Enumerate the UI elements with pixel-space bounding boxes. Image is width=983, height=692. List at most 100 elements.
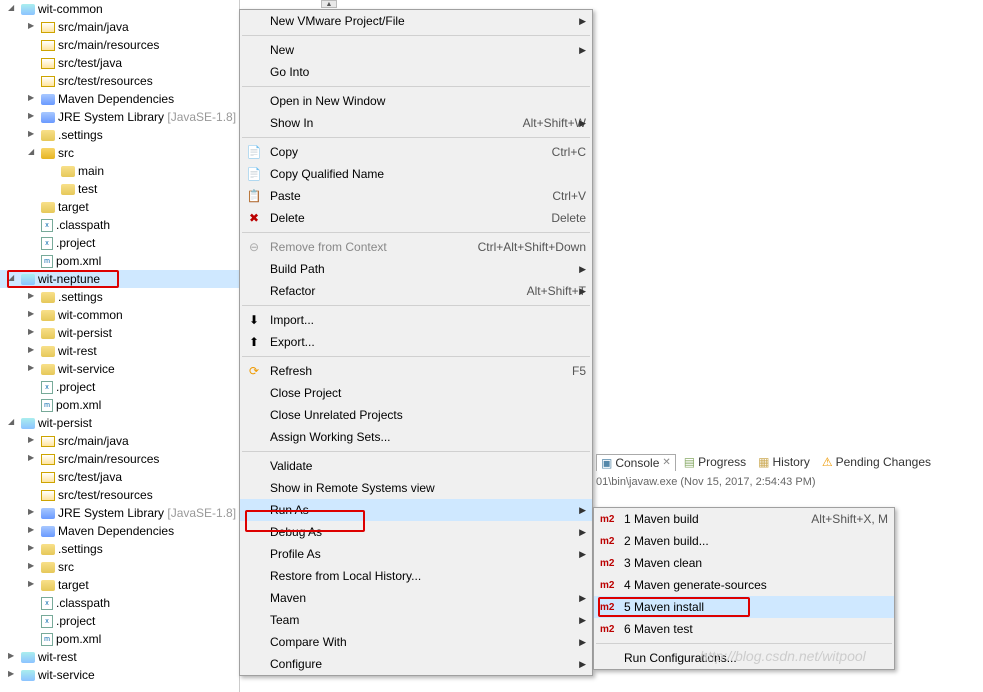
menu-maven[interactable]: Maven▶ [240, 587, 592, 609]
progress-icon: ▤ [684, 455, 695, 469]
tree-item[interactable]: src/main/java [0, 432, 239, 450]
tree-item[interactable]: .settings [0, 540, 239, 558]
menu-close-project[interactable]: Close Project [240, 382, 592, 404]
folder-icon [41, 562, 55, 573]
menu-close-unrelated[interactable]: Close Unrelated Projects [240, 404, 592, 426]
run-as-submenu[interactable]: m21 Maven buildAlt+Shift+X, M m22 Maven … [593, 507, 895, 670]
folder-icon [41, 292, 55, 303]
menu-refresh[interactable]: ⟳RefreshF5 [240, 360, 592, 382]
close-icon[interactable]: ✕ [662, 457, 670, 468]
menu-compare-with[interactable]: Compare With▶ [240, 631, 592, 653]
tree-item[interactable]: wit-service [0, 360, 239, 378]
tab-progress[interactable]: ▤Progress [680, 454, 750, 470]
tree-item[interactable]: src/test/java [0, 54, 239, 72]
menu-remove-context: ⊖Remove from ContextCtrl+Alt+Shift+Down [240, 236, 592, 258]
menu-refactor[interactable]: RefactorAlt+Shift+T▶ [240, 280, 592, 302]
tree-item[interactable]: target [0, 198, 239, 216]
menu-new-vmware[interactable]: New VMware Project/File▶ [240, 10, 592, 32]
tree-item[interactable]: mpom.xml [0, 252, 239, 270]
menu-new[interactable]: New▶ [240, 39, 592, 61]
tree-item[interactable]: src/main/resources [0, 450, 239, 468]
tree-item[interactable]: test [0, 180, 239, 198]
submenu-maven-build-dots[interactable]: m22 Maven build... [594, 530, 894, 552]
menu-assign-working-sets[interactable]: Assign Working Sets... [240, 426, 592, 448]
submenu-arrow-icon: ▶ [579, 549, 586, 560]
menu-export[interactable]: ⬆Export... [240, 331, 592, 353]
tree-item[interactable]: x.project [0, 378, 239, 396]
scroll-up-arrow-icon[interactable]: ▲ [321, 0, 337, 8]
tree-item[interactable]: Maven Dependencies [0, 522, 239, 540]
tree-item-wit-common[interactable]: wit-common [0, 0, 239, 18]
tree-item[interactable]: target [0, 576, 239, 594]
menu-copy[interactable]: 📄CopyCtrl+C [240, 141, 592, 163]
console-icon: ▣ [601, 456, 612, 470]
file-icon: m [41, 633, 53, 646]
tree-item[interactable]: mpom.xml [0, 396, 239, 414]
tree-item-wit-neptune[interactable]: wit-neptune [0, 270, 239, 288]
menu-show-remote[interactable]: Show in Remote Systems view [240, 477, 592, 499]
menu-debug-as[interactable]: Debug As▶ [240, 521, 592, 543]
tree-item[interactable]: x.classpath [0, 594, 239, 612]
menu-go-into[interactable]: Go Into [240, 61, 592, 83]
tree-item[interactable]: wit-common [0, 306, 239, 324]
folder-icon [41, 346, 55, 357]
separator [242, 232, 590, 233]
menu-build-path[interactable]: Build Path▶ [240, 258, 592, 280]
menu-show-in[interactable]: Show InAlt+Shift+W▶ [240, 112, 592, 134]
submenu-maven-generate-sources[interactable]: m24 Maven generate-sources [594, 574, 894, 596]
menu-import[interactable]: ⬇Import... [240, 309, 592, 331]
submenu-arrow-icon: ▶ [579, 16, 586, 27]
tab-console[interactable]: ▣Console✕ [596, 454, 676, 471]
console-output-line: 01\bin\javaw.exe (Nov 15, 2017, 2:54:43 … [596, 476, 816, 488]
tree-item[interactable]: Maven Dependencies [0, 90, 239, 108]
tab-pending-changes[interactable]: ⚠Pending Changes [818, 454, 935, 470]
menu-configure[interactable]: Configure▶ [240, 653, 592, 675]
file-icon: x [41, 381, 53, 394]
submenu-maven-build[interactable]: m21 Maven buildAlt+Shift+X, M [594, 508, 894, 530]
tree-item[interactable]: src/test/resources [0, 486, 239, 504]
tree-item[interactable]: src/main/java [0, 18, 239, 36]
tree-item-wit-service[interactable]: wit-service [0, 666, 239, 684]
tree-item[interactable]: JRE System Library [JavaSE-1.8] [0, 108, 239, 126]
file-icon: x [41, 615, 53, 628]
menu-profile-as[interactable]: Profile As▶ [240, 543, 592, 565]
tree-item[interactable]: src/main/resources [0, 36, 239, 54]
tree-item[interactable]: src/test/resources [0, 72, 239, 90]
tree-item[interactable]: x.project [0, 612, 239, 630]
project-explorer-tree[interactable]: wit-common src/main/java src/main/resour… [0, 0, 240, 692]
menu-open-new-window[interactable]: Open in New Window [240, 90, 592, 112]
tree-item[interactable]: wit-rest [0, 342, 239, 360]
submenu-maven-clean[interactable]: m23 Maven clean [594, 552, 894, 574]
menu-validate[interactable]: Validate [240, 455, 592, 477]
context-menu[interactable]: New VMware Project/File▶ New▶ Go Into Op… [239, 9, 593, 676]
tree-item-wit-rest[interactable]: wit-rest [0, 648, 239, 666]
tree-item[interactable]: src/test/java [0, 468, 239, 486]
tree-item[interactable]: .settings [0, 126, 239, 144]
tab-history[interactable]: ▦History [754, 454, 814, 470]
tree-item[interactable]: x.project [0, 234, 239, 252]
tree-item[interactable]: main [0, 162, 239, 180]
tree-item[interactable]: wit-persist [0, 324, 239, 342]
tree-item[interactable]: JRE System Library [JavaSE-1.8] [0, 504, 239, 522]
menu-restore-history[interactable]: Restore from Local History... [240, 565, 592, 587]
tree-item[interactable]: .settings [0, 288, 239, 306]
tree-item[interactable]: x.classpath [0, 216, 239, 234]
tree-item[interactable]: src [0, 558, 239, 576]
package-icon [41, 490, 55, 501]
submenu-maven-test[interactable]: m26 Maven test [594, 618, 894, 640]
tree-item-wit-persist[interactable]: wit-persist [0, 414, 239, 432]
copy-icon: 📄 [246, 166, 262, 182]
separator [242, 305, 590, 306]
menu-copy-qualified[interactable]: 📄Copy Qualified Name [240, 163, 592, 185]
submenu-maven-install[interactable]: m25 Maven install [594, 596, 894, 618]
tree-item[interactable]: mpom.xml [0, 630, 239, 648]
tree-item[interactable]: src [0, 144, 239, 162]
m2-icon: m2 [600, 514, 614, 525]
separator [242, 35, 590, 36]
menu-run-as[interactable]: Run As▶ [240, 499, 592, 521]
submenu-run-configurations[interactable]: Run Configurations... [594, 647, 894, 669]
menu-team[interactable]: Team▶ [240, 609, 592, 631]
menu-delete[interactable]: ✖DeleteDelete [240, 207, 592, 229]
menu-paste[interactable]: 📋PasteCtrl+V [240, 185, 592, 207]
library-icon [41, 526, 55, 537]
